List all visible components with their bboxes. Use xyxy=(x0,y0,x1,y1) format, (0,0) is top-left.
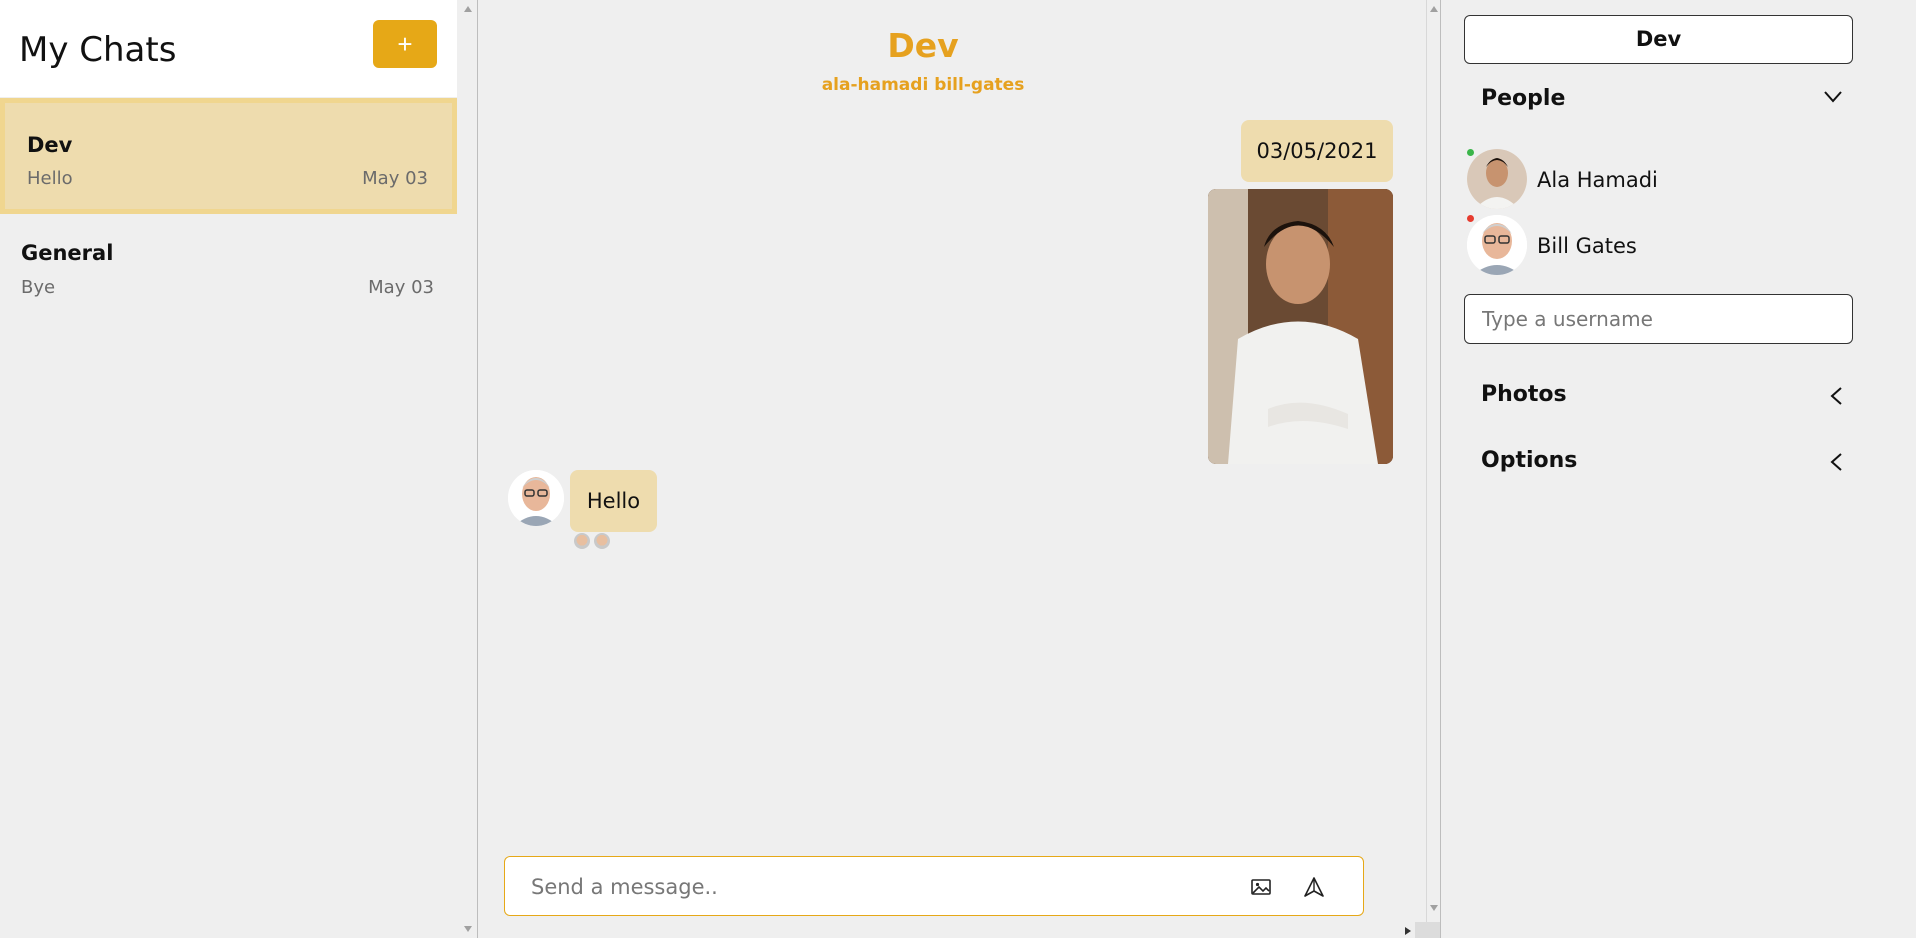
chevron-down-icon xyxy=(1824,91,1842,103)
scroll-down-arrow-icon[interactable] xyxy=(1429,904,1439,912)
chat-card-preview: Bye xyxy=(21,277,56,298)
face-icon xyxy=(508,470,564,526)
bill-gates-avatar xyxy=(508,470,564,526)
read-receipt-avatar xyxy=(574,533,590,549)
options-section-toggle[interactable]: Options xyxy=(1481,442,1861,482)
read-receipts xyxy=(574,533,614,551)
message-composer xyxy=(504,856,1364,916)
photos-section-toggle[interactable]: Photos xyxy=(1481,376,1861,416)
options-section-label: Options xyxy=(1481,448,1578,473)
chat-title: Dev xyxy=(887,26,959,65)
send-icon[interactable] xyxy=(1302,875,1326,899)
scroll-right-arrow-icon[interactable] xyxy=(1404,926,1412,936)
chevron-left-icon xyxy=(1830,387,1842,405)
chat-card-date: May 03 xyxy=(362,168,428,189)
person-name: Ala Hamadi xyxy=(1537,168,1658,192)
feed-scrollbar[interactable] xyxy=(1426,0,1440,938)
chat-subtitle: ala-hamadi bill-gates xyxy=(821,75,1025,95)
person-row-ala-hamadi: Ala Hamadi xyxy=(1467,149,1847,209)
ala-hamadi-avatar xyxy=(1467,149,1527,209)
scroll-up-arrow-icon[interactable] xyxy=(463,5,473,13)
chat-feed: Dev ala-hamadi bill-gates 03/05/2021 Hel… xyxy=(478,0,1440,938)
room-name-field[interactable]: Dev xyxy=(1464,15,1853,64)
people-section-toggle[interactable]: People xyxy=(1481,80,1861,120)
online-status-dot xyxy=(1467,149,1474,156)
face-icon xyxy=(1467,215,1527,275)
add-user-input[interactable] xyxy=(1464,294,1853,344)
read-receipt-avatar xyxy=(594,533,610,549)
chat-settings-panel: Dev People Ala Hamadi Bill Gates Type a … xyxy=(1440,0,1916,938)
chat-card-general[interactable]: General Bye May 03 xyxy=(0,214,457,330)
offline-status-dot xyxy=(1467,215,1474,222)
person-name: Bill Gates xyxy=(1537,234,1637,258)
people-section-label: People xyxy=(1481,86,1566,111)
message-input[interactable] xyxy=(531,871,1231,903)
scroll-down-arrow-icon[interactable] xyxy=(463,925,473,933)
message-bubble-hello: Hello xyxy=(570,470,657,532)
person-photo-icon xyxy=(1208,189,1393,464)
chat-card-name: Dev xyxy=(27,133,73,157)
chat-card-preview: Hello xyxy=(27,168,73,189)
bill-gates-avatar xyxy=(1467,215,1527,275)
photo-message[interactable] xyxy=(1208,189,1393,464)
photos-section-label: Photos xyxy=(1481,382,1567,407)
person-row-bill-gates: Bill Gates xyxy=(1467,215,1847,275)
chat-list-title: My Chats xyxy=(19,30,177,70)
image-upload-icon[interactable] xyxy=(1249,875,1273,899)
chat-list-panel: My Chats + Dev Hello May 03 General Bye … xyxy=(0,0,478,938)
chat-list-header: My Chats + xyxy=(0,0,457,97)
new-chat-button[interactable]: + xyxy=(373,20,437,68)
message-bubble-date: 03/05/2021 xyxy=(1241,120,1393,182)
chat-card-name: General xyxy=(21,241,114,265)
scroll-up-arrow-icon[interactable] xyxy=(1429,5,1439,13)
scroll-corner xyxy=(1415,922,1440,938)
chat-card-dev[interactable]: Dev Hello May 03 xyxy=(0,98,457,214)
face-icon xyxy=(1467,149,1527,209)
chat-card-date: May 03 xyxy=(368,277,434,298)
chevron-left-icon xyxy=(1830,453,1842,471)
